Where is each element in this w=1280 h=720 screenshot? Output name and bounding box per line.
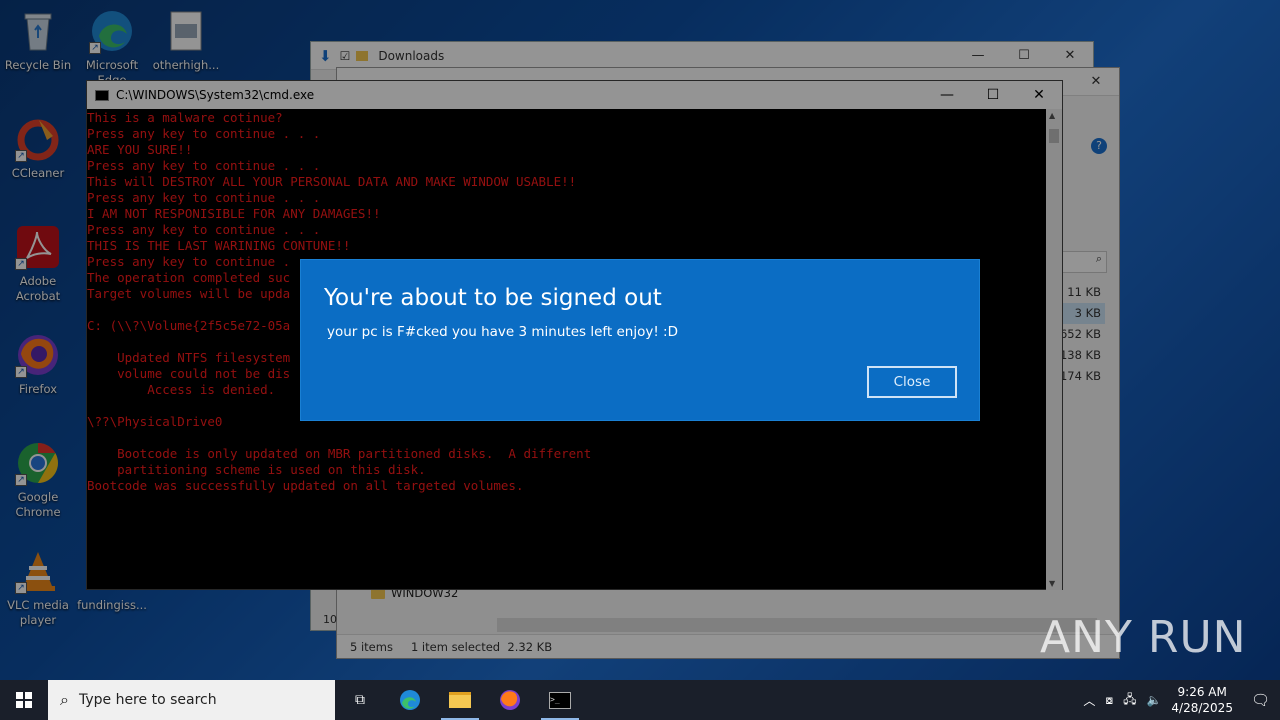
firefox-icon [500,690,520,710]
search-placeholder: Type here to search [78,692,217,708]
windows-logo-icon [16,692,32,708]
notification-icon[interactable]: 🗨 [1251,691,1270,709]
clock-date: 4/28/2025 [1171,701,1233,715]
start-button[interactable] [0,680,48,720]
taskbar-search[interactable]: ⌕ Type here to search [48,680,335,720]
watermark: ANY RUN [1040,612,1247,663]
taskbar-firefox[interactable] [485,680,535,720]
close-button[interactable]: Close [867,366,957,398]
folder-icon [449,692,471,708]
task-view-icon: ⧉ [355,692,365,708]
task-view-button[interactable]: ⧉ [335,680,385,720]
device-icon[interactable]: ⧇ [1105,693,1113,708]
search-icon: ⌕ [60,690,69,709]
taskbar-edge[interactable] [385,680,435,720]
dialog-title: You're about to be signed out [324,285,662,311]
volume-icon[interactable]: 🔈 [1146,693,1161,707]
chevron-up-icon[interactable]: ︿ [1083,692,1095,709]
network-icon[interactable]: 🖧 [1123,690,1136,711]
taskbar-cmd[interactable]: >_ [535,680,585,720]
system-tray: ︿ ⧇ 🖧 🔈 9:26 AM 4/28/2025 🗨 [1083,684,1280,716]
taskbar-explorer[interactable] [435,680,485,720]
clock[interactable]: 9:26 AM 4/28/2025 [1171,684,1233,716]
cmd-icon: >_ [549,691,571,709]
dialog-message: your pc is F#cked you have 3 minutes lef… [327,324,678,340]
edge-icon [400,690,420,710]
taskbar: ⌕ Type here to search ⧉ >_ ︿ ⧇ 🖧 🔈 9:26 … [0,680,1280,720]
clock-time: 9:26 AM [1177,685,1227,699]
signout-dialog: You're about to be signed out your pc is… [300,259,980,421]
